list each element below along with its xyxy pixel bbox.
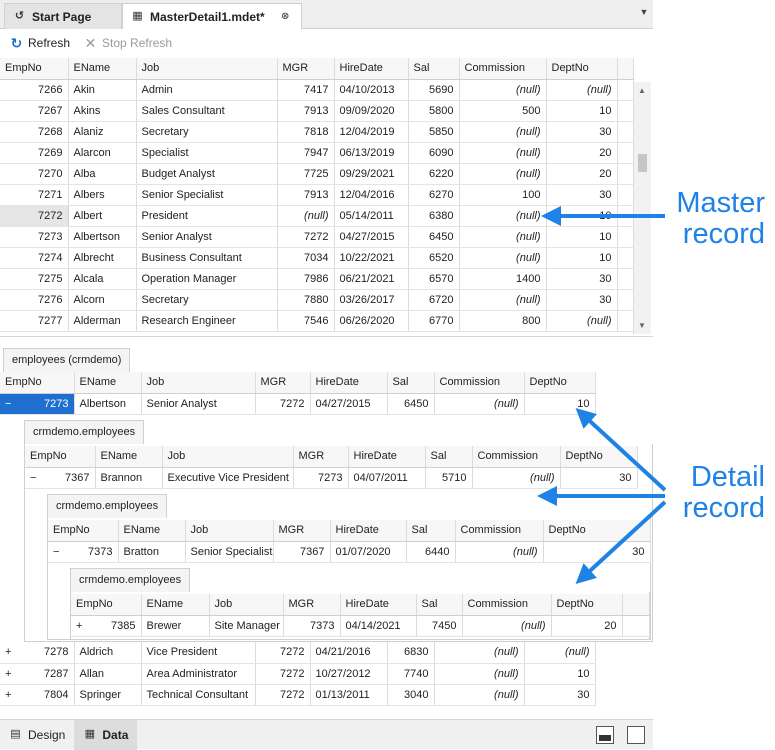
annotation-arrows bbox=[537, 206, 667, 585]
detail-arrow-3 bbox=[575, 500, 667, 585]
detail-arrow-1 bbox=[575, 407, 667, 492]
